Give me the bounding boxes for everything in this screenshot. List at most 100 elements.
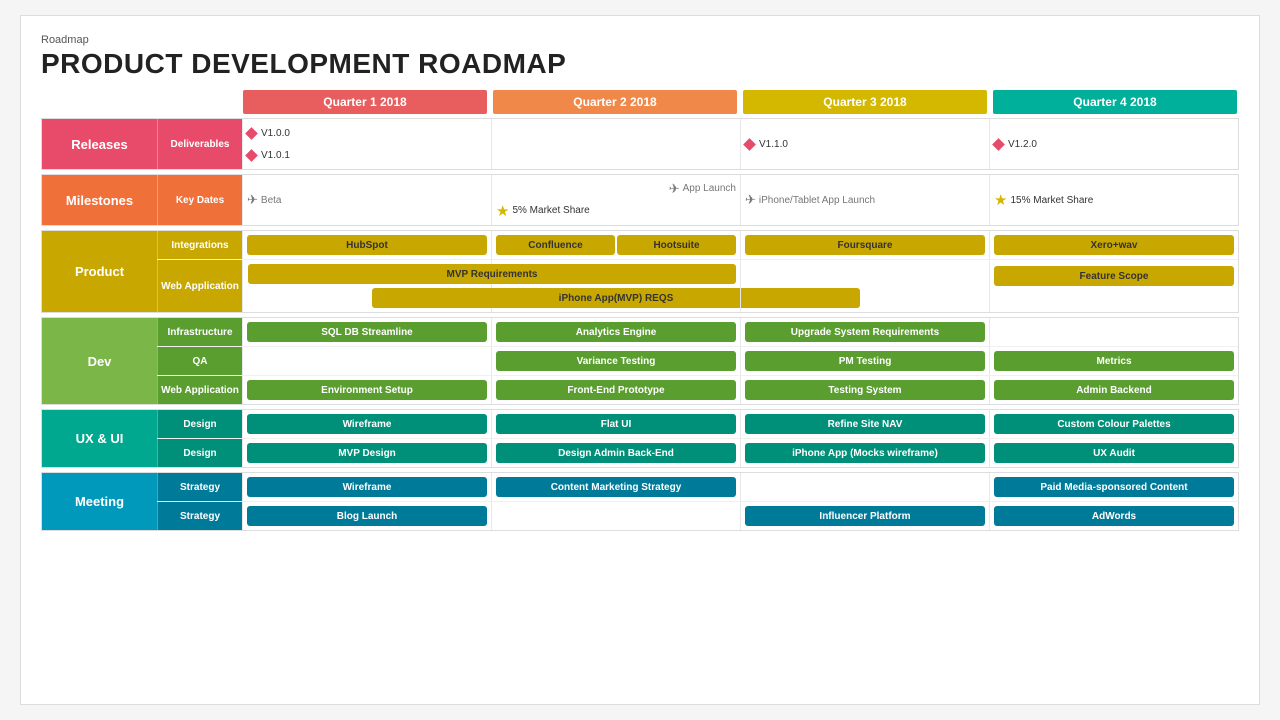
- page-title: PRODUCT DEVELOPMENT ROADMAP: [41, 48, 1239, 80]
- infra-q2: Analytics Engine: [491, 318, 740, 346]
- beta-marker: ✈Beta: [247, 192, 487, 208]
- uxui-section: UX & UI Design Wireframe Flat UI Refine …: [41, 409, 1239, 468]
- confluence-bar: Confluence: [496, 235, 615, 255]
- milestones-data: ✈Beta ✈App Launch ★5% Market Share ✈iPho…: [242, 175, 1238, 225]
- webapp-q3: [740, 260, 989, 312]
- designadmin-bar: Design Admin Back-End: [496, 443, 736, 463]
- meeting-row1: Strategy Wireframe Content Marketing Str…: [157, 473, 1238, 502]
- influencer-bar: Influencer Platform: [745, 506, 985, 526]
- xero-bar: Xero+wav: [994, 235, 1234, 255]
- colourpalettes-bar: Custom Colour Palettes: [994, 414, 1234, 434]
- variance-bar: Variance Testing: [496, 351, 736, 371]
- uxui-label: UX & UI: [42, 410, 157, 467]
- product-integrations-row: Integrations HubSpot Confluence Hootsuit…: [157, 231, 1238, 260]
- releases-data: V1.0.0 V1.0.1 V1.1.0 V1.2.: [242, 119, 1238, 169]
- qa-q1: [242, 347, 491, 375]
- slide: Roadmap PRODUCT DEVELOPMENT ROADMAP Quar…: [20, 15, 1260, 705]
- infra-q1: SQL DB Streamline: [242, 318, 491, 346]
- meeting-rows: Strategy Wireframe Content Marketing Str…: [157, 473, 1238, 530]
- wireframe-mtg-bar: Wireframe: [247, 477, 487, 497]
- iphoneapp-bar: iPhone App (Mocks wireframe): [745, 443, 985, 463]
- dev-qa-row: QA Variance Testing PM Testing Metrics: [157, 347, 1238, 376]
- subtitle: Roadmap: [41, 34, 1239, 46]
- webapp-q4: Feature Scope: [989, 260, 1238, 312]
- dev-wa-q3: Testing System: [740, 376, 989, 404]
- hootsuite-bar: Hootsuite: [617, 235, 736, 255]
- int-q1: HubSpot: [242, 231, 491, 259]
- ux2-q3: iPhone App (Mocks wireframe): [740, 439, 989, 467]
- uxui-data1: Wireframe Flat UI Refine Site NAV Custom…: [242, 410, 1238, 438]
- upgrade-bar: Upgrade System Requirements: [745, 322, 985, 342]
- releases-label: Releases: [42, 119, 157, 169]
- frontend-bar: Front-End Prototype: [496, 380, 736, 400]
- milestones-sub-label: Key Dates: [157, 175, 242, 225]
- envsetup-bar: Environment Setup: [247, 380, 487, 400]
- infra-data: SQL DB Streamline Analytics Engine Upgra…: [242, 318, 1238, 346]
- mtg-q4: Paid Media-sponsored Content: [989, 473, 1238, 501]
- meeting-label: Meeting: [42, 473, 157, 530]
- mtg-q3: [740, 473, 989, 501]
- milestones-section: Milestones Key Dates ✈Beta ✈App Launch ★…: [41, 174, 1239, 226]
- mtg2-q2: [491, 502, 740, 530]
- qa-sub: QA: [157, 347, 242, 375]
- header-row: Quarter 1 2018 Quarter 2 2018 Quarter 3 …: [41, 90, 1239, 114]
- milestones-q2: ✈App Launch ★5% Market Share: [491, 175, 740, 225]
- mtg2-q3: Influencer Platform: [740, 502, 989, 530]
- ux2-q1: MVP Design: [242, 439, 491, 467]
- meeting-sub1: Strategy: [157, 473, 242, 501]
- ux2-q2: Design Admin Back-End: [491, 439, 740, 467]
- v100-marker: V1.0.0: [247, 128, 487, 139]
- uxui-rows: Design Wireframe Flat UI Refine Site NAV…: [157, 410, 1238, 467]
- qa-q3: PM Testing: [740, 347, 989, 375]
- uxaudit-bar: UX Audit: [994, 443, 1234, 463]
- webapp-data: MVP Requirements iPhone App(MVP) REQS Fe…: [242, 260, 1238, 312]
- paidmedia-bar: Paid Media-sponsored Content: [994, 477, 1234, 497]
- infra-sub: Infrastructure: [157, 318, 242, 346]
- releases-q3: V1.1.0: [740, 119, 989, 169]
- refinenav-bar: Refine Site NAV: [745, 414, 985, 434]
- mtg-q1: Wireframe: [242, 473, 491, 501]
- uxui-sub1: Design: [157, 410, 242, 438]
- mtg2-q4: AdWords: [989, 502, 1238, 530]
- meeting-data1: Wireframe Content Marketing Strategy Pai…: [242, 473, 1238, 501]
- meeting-data2: Blog Launch Influencer Platform AdWords: [242, 502, 1238, 530]
- q3-header: Quarter 3 2018: [743, 90, 987, 114]
- dev-webapp-sub: Web Application: [157, 376, 242, 404]
- dev-wa-q1: Environment Setup: [242, 376, 491, 404]
- qa-q2: Variance Testing: [491, 347, 740, 375]
- feature-scope-bar: Feature Scope: [994, 266, 1234, 286]
- market15-marker: ★15% Market Share: [994, 191, 1234, 209]
- market5-marker: ★5% Market Share: [496, 202, 736, 220]
- ux-q4: Custom Colour Palettes: [989, 410, 1238, 438]
- integrations-data: HubSpot Confluence Hootsuite Foursquare …: [242, 231, 1238, 259]
- dev-wa-q2: Front-End Prototype: [491, 376, 740, 404]
- infra-q3: Upgrade System Requirements: [740, 318, 989, 346]
- plane-icon: ✈: [669, 181, 680, 197]
- mvpdesign-bar: MVP Design: [247, 443, 487, 463]
- roadmap-table: Quarter 1 2018 Quarter 2 2018 Quarter 3 …: [41, 90, 1239, 531]
- q2-header: Quarter 2 2018: [493, 90, 737, 114]
- int-q2: Confluence Hootsuite: [491, 231, 740, 259]
- dev-rows: Infrastructure SQL DB Streamline Analyti…: [157, 318, 1238, 404]
- dev-section: Dev Infrastructure SQL DB Streamline Ana…: [41, 317, 1239, 405]
- uxui-row1: Design Wireframe Flat UI Refine Site NAV…: [157, 410, 1238, 439]
- infra-q4: [989, 318, 1238, 346]
- qa-q4: Metrics: [989, 347, 1238, 375]
- mvp-req-bar: MVP Requirements: [248, 264, 736, 284]
- ux2-q4: UX Audit: [989, 439, 1238, 467]
- applaunch-marker: ✈App Launch: [496, 181, 736, 197]
- product-label: Product: [42, 231, 157, 312]
- int-q4: Xero+wav: [989, 231, 1238, 259]
- uxui-row2: Design MVP Design Design Admin Back-End …: [157, 439, 1238, 467]
- ux-q3: Refine Site NAV: [740, 410, 989, 438]
- bloglaunch-bar: Blog Launch: [247, 506, 487, 526]
- dev-wa-q4: Admin Backend: [989, 376, 1238, 404]
- dev-label: Dev: [42, 318, 157, 404]
- iphone-launch-marker: ✈iPhone/Tablet App Launch: [745, 192, 985, 208]
- plane-icon: ✈: [247, 192, 258, 208]
- star-icon: ★: [994, 191, 1007, 209]
- v101-marker: V1.0.1: [247, 150, 487, 161]
- product-rows: Integrations HubSpot Confluence Hootsuit…: [157, 231, 1238, 312]
- qa-data: Variance Testing PM Testing Metrics: [242, 347, 1238, 375]
- milestones-label: Milestones: [42, 175, 157, 225]
